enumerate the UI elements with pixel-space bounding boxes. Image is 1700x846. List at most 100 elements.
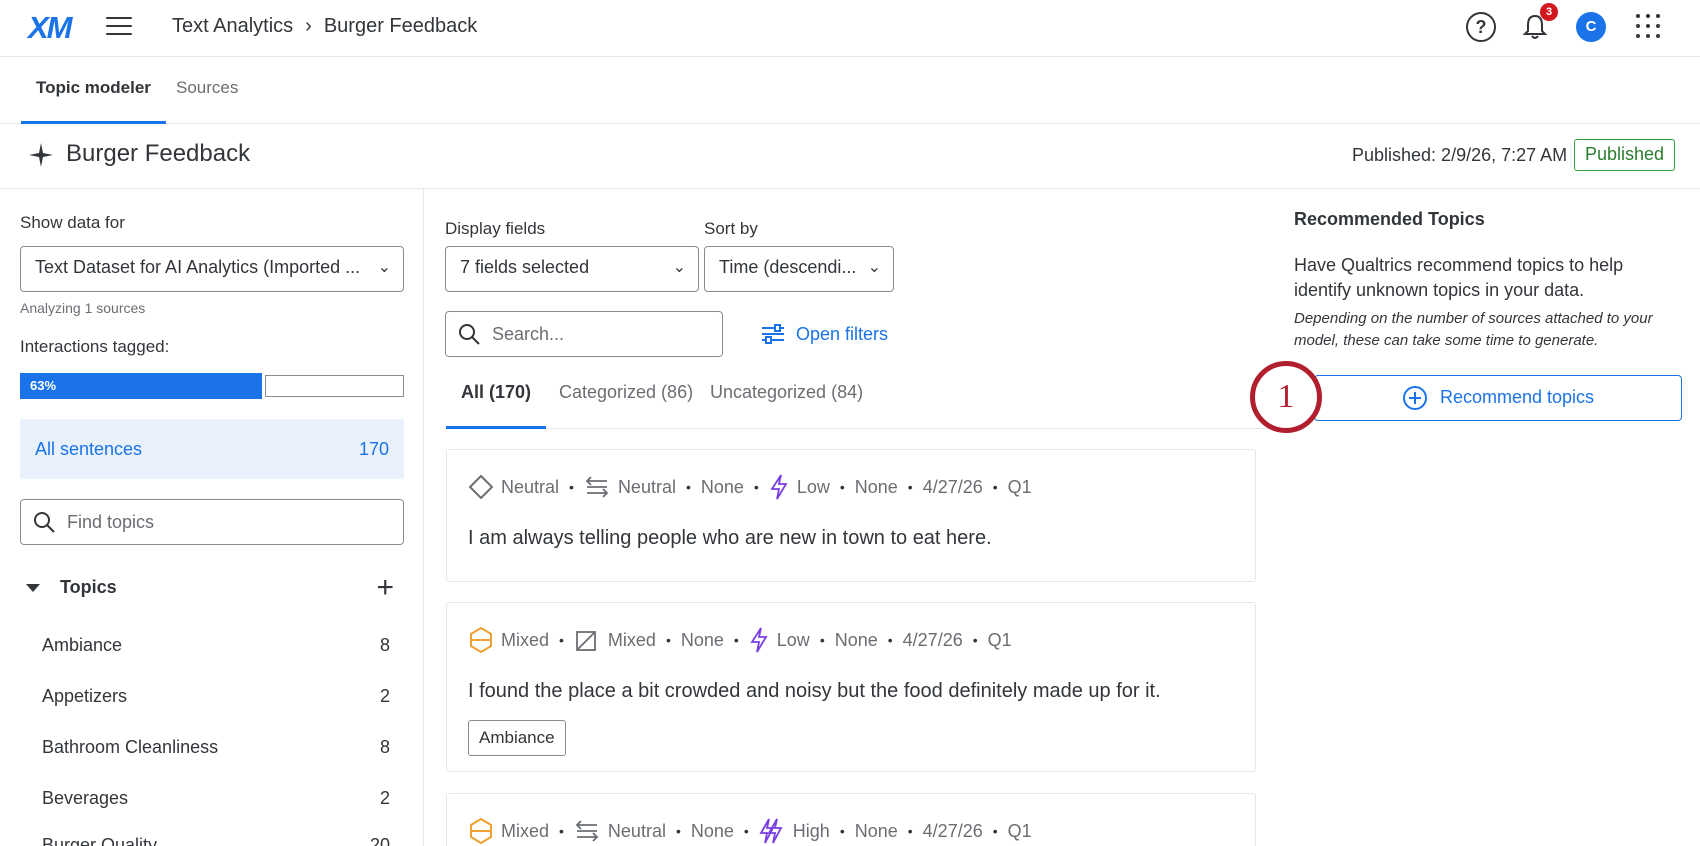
chevron-down-icon: ⌄ (672, 259, 686, 276)
sentence-card[interactable]: Mixed • Mixed • None • Low • None • 4/27/26 • … (446, 602, 1256, 772)
open-filters-button[interactable]: Open filters (760, 323, 888, 345)
topic-name: Ambiance (42, 635, 123, 655)
recommended-topics-description: Have Qualtrics recommend topics to help … (1294, 255, 1624, 300)
tab-categorized[interactable]: Categorized (86) (559, 359, 693, 429)
topic-item[interactable]: Bathroom Cleanliness 8 (42, 737, 390, 767)
neutral-arrows-icon (585, 476, 609, 498)
topics-header: Topics + (26, 573, 404, 605)
card-meta: Neutral • Neutral • None • Low • None • 4/27/… (469, 474, 1032, 500)
breadcrumb-burger-feedback: Burger Feedback (323, 15, 478, 37)
sentence-card[interactable]: Neutral • Neutral • None • Low • None • 4/27/… (446, 449, 1256, 582)
filter-icon (762, 324, 784, 344)
topic-count: 8 (379, 635, 390, 655)
open-filters-label: Open filters (796, 323, 889, 344)
top-bar: XM Text Analytics › Burger Feedback ? 3 … (0, 0, 1700, 57)
topic-name: Bathroom Cleanliness (42, 737, 219, 757)
topic-count: 8 (379, 737, 390, 757)
date-value: 4/27/26 (922, 476, 983, 497)
sort-by-select[interactable]: Time (descendi... ⌄ (704, 246, 894, 292)
all-sentences-label: All sentences (35, 439, 143, 459)
field-value: None (854, 820, 898, 841)
hexagon-icon (470, 627, 492, 653)
breadcrumb: Text Analytics › Burger Feedback (172, 15, 477, 38)
effort-value: Low (776, 629, 810, 650)
page-title: Burger Feedback (66, 140, 251, 167)
page-header: Burger Feedback Published: 2/9/26, 7:27 … (0, 124, 1700, 189)
quarter-value: Q1 (1007, 820, 1032, 841)
results-panel: Display fields 7 fields selected ⌄ Sort … (424, 189, 1274, 846)
date-value: 4/27/26 (922, 820, 983, 841)
find-topics-input[interactable]: Find topics (20, 499, 404, 545)
topic-item[interactable]: Beverages 2 (42, 788, 390, 818)
sidebar: Show data for Text Dataset for AI Analyt… (0, 189, 424, 846)
effort-value: Low (796, 476, 830, 497)
topic-count: 2 (379, 788, 390, 808)
sentiment-value: Neutral (501, 476, 560, 497)
search-icon (34, 512, 55, 533)
sentence-text: I found the place a bit crowded and nois… (468, 680, 1161, 702)
sentence-card[interactable]: Mixed • Neutral • None • High • None • 4/27/2… (446, 793, 1256, 846)
tab-topic-modeler[interactable]: Topic modeler (21, 57, 166, 124)
tab-uncategorized[interactable]: Uncategorized (84) (710, 359, 863, 429)
xm-logo[interactable]: XM (28, 10, 72, 46)
diamond-icon (469, 475, 493, 499)
topic-name: Beverages (42, 788, 129, 808)
main-tabs: Topic modeler Sources (0, 57, 1700, 124)
neutral-arrows-icon (575, 820, 599, 842)
help-icon[interactable]: ? (1466, 12, 1496, 42)
all-sentences-count: 170 (358, 439, 389, 459)
breadcrumb-text-analytics[interactable]: Text Analytics (172, 15, 293, 38)
field-value: None (680, 629, 724, 650)
display-fields-value: 7 fields selected (460, 257, 590, 277)
progress-remaining (265, 375, 404, 397)
all-sentences-item[interactable]: All sentences 170 (20, 419, 404, 479)
dataset-select-value: Text Dataset for AI Analytics (Imported … (35, 257, 361, 277)
card-meta: Mixed • Neutral • None • High • None • 4/27/2… (469, 818, 1032, 844)
sort-by-value: Time (descendi... (719, 257, 857, 277)
lightning-icon (770, 474, 788, 500)
recommended-topics-panel: Recommended Topics Have Qualtrics recomm… (1274, 189, 1700, 846)
field-value: None (834, 629, 878, 650)
app-grid-icon[interactable] (1636, 14, 1660, 38)
display-fields-label: Display fields (445, 219, 546, 238)
find-topics-placeholder: Find topics (67, 512, 155, 532)
menu-icon[interactable] (106, 17, 132, 37)
status-badge: Published (1574, 139, 1676, 171)
chevron-down-icon: ⌄ (377, 259, 391, 276)
tagged-progress-bar: 63% (20, 373, 404, 399)
caret-down-icon[interactable] (26, 584, 40, 592)
search-placeholder: Search... (492, 324, 565, 344)
polarity-value: Neutral (607, 820, 666, 841)
progress-fill: 63% (20, 373, 262, 399)
sort-by-label: Sort by (704, 219, 758, 238)
sentence-text: I am always telling people who are new i… (468, 527, 992, 549)
chevron-down-icon: ⌄ (867, 259, 881, 276)
topic-tag[interactable]: Ambiance (468, 720, 566, 756)
sentiment-value: Mixed (501, 820, 550, 841)
effort-value: High (792, 820, 830, 841)
sentence-tabs: All (170) Categorized (86) Uncategorized… (445, 359, 1274, 429)
field-value: None (700, 476, 744, 497)
search-input[interactable]: Search... (445, 311, 723, 357)
topic-count: 2 (379, 686, 390, 706)
topic-item[interactable]: Burger Quality 20 (42, 835, 390, 846)
analyzing-note: Analyzing 1 sources (20, 300, 146, 316)
field-value: None (854, 476, 898, 497)
polarity-value: Mixed (607, 629, 656, 650)
topics-title: Topics (60, 577, 117, 597)
recommend-topics-button[interactable]: Recommend topics (1314, 375, 1682, 421)
dataset-select[interactable]: Text Dataset for AI Analytics (Imported … (20, 246, 404, 292)
topic-item[interactable]: Appetizers 2 (42, 686, 390, 716)
tab-all[interactable]: All (170) (445, 359, 547, 429)
show-data-label: Show data for (20, 213, 125, 232)
tab-sources[interactable]: Sources (176, 57, 238, 124)
topic-item[interactable]: Ambiance 8 (42, 635, 390, 665)
display-fields-select[interactable]: 7 fields selected ⌄ (445, 246, 699, 292)
mixed-arrows-icon (576, 631, 596, 651)
add-topic-icon[interactable]: + (376, 573, 394, 603)
field-value: None (690, 820, 734, 841)
sentiment-value: Mixed (501, 629, 550, 650)
avatar[interactable]: C (1576, 12, 1606, 42)
topic-name: Burger Quality (42, 835, 158, 846)
notification-badge: 3 (1540, 3, 1558, 21)
